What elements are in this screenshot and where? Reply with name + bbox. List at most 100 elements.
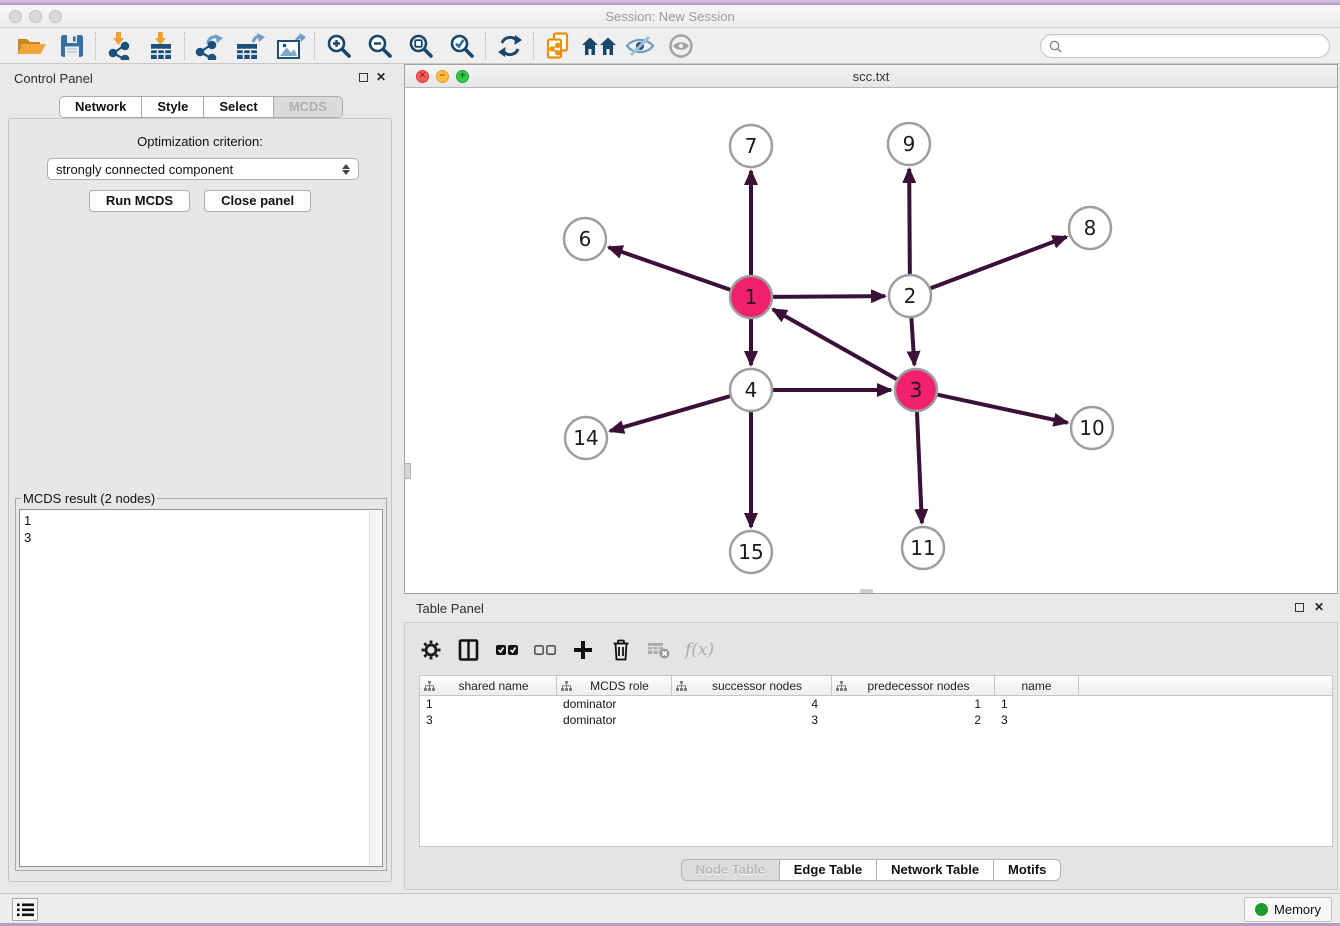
tab-style[interactable]: Style bbox=[142, 96, 204, 118]
home-layouts-icon[interactable] bbox=[578, 30, 619, 62]
column-model-icon bbox=[561, 681, 572, 691]
edge-4-14[interactable] bbox=[610, 396, 730, 431]
graph-node-label-8: 8 bbox=[1084, 216, 1097, 240]
search-input[interactable] bbox=[1067, 38, 1321, 54]
splitter-grip[interactable] bbox=[404, 463, 411, 479]
control-panel-tabs: NetworkStyleSelectMCDS bbox=[6, 96, 396, 118]
table-toolbar: f(x) bbox=[419, 631, 714, 669]
result-scrollbar[interactable] bbox=[369, 511, 381, 865]
memory-button[interactable]: Memory bbox=[1244, 897, 1332, 922]
close-table-panel-icon[interactable]: ✕ bbox=[1314, 600, 1324, 614]
open-folder-icon[interactable] bbox=[10, 30, 51, 62]
export-network-icon[interactable] bbox=[188, 30, 229, 62]
tab-select[interactable]: Select bbox=[204, 96, 273, 118]
column-header-name[interactable]: name bbox=[995, 676, 1079, 695]
run-mcds-button[interactable]: Run MCDS bbox=[89, 190, 190, 212]
mcds-result-item[interactable]: 1 bbox=[24, 512, 378, 529]
column-header-successor-nodes[interactable]: successor nodes bbox=[672, 676, 832, 695]
function-builder-icon[interactable]: f(x) bbox=[685, 640, 714, 660]
split-columns-icon[interactable] bbox=[457, 639, 481, 661]
add-column-icon[interactable] bbox=[571, 640, 595, 660]
task-history-button[interactable] bbox=[12, 898, 38, 921]
close-panel-button[interactable]: Close panel bbox=[204, 190, 311, 212]
tab-network[interactable]: Network bbox=[59, 96, 142, 118]
import-network-icon[interactable] bbox=[99, 30, 140, 62]
table-row[interactable]: 1dominator411 bbox=[420, 696, 1332, 712]
save-session-icon[interactable] bbox=[51, 30, 92, 62]
float-table-panel-icon[interactable] bbox=[1295, 603, 1304, 612]
zoom-fit-icon[interactable] bbox=[400, 30, 441, 62]
session-title: Session: New Session bbox=[0, 9, 1340, 24]
column-header-shared-name[interactable]: shared name bbox=[420, 676, 557, 695]
cell-shared-name[interactable]: 3 bbox=[420, 712, 557, 728]
zoom-out-icon[interactable] bbox=[359, 30, 400, 62]
zoom-selected-icon[interactable] bbox=[441, 30, 482, 62]
edge-3-11[interactable] bbox=[917, 412, 922, 523]
tab-edge-table[interactable]: Edge Table bbox=[780, 859, 877, 881]
control-panel-header: Control Panel ✕ bbox=[6, 66, 396, 92]
tab-mcds[interactable]: MCDS bbox=[274, 96, 343, 118]
cell-predecessor-nodes[interactable]: 2 bbox=[832, 712, 995, 728]
network-canvas[interactable]: 7968124314101511 bbox=[405, 88, 1337, 593]
graph-node-label-10: 10 bbox=[1079, 416, 1104, 440]
cell-name[interactable]: 1 bbox=[995, 696, 1079, 712]
tab-node-table[interactable]: Node Table bbox=[681, 859, 780, 881]
deselect-all-columns-icon[interactable] bbox=[533, 644, 557, 656]
select-all-columns-icon[interactable] bbox=[495, 644, 519, 656]
memory-status-icon bbox=[1255, 903, 1268, 916]
delete-table-icon[interactable] bbox=[647, 640, 671, 660]
edge-2-9[interactable] bbox=[909, 169, 910, 274]
tab-motifs[interactable]: Motifs bbox=[994, 859, 1061, 881]
tab-network-table[interactable]: Network Table bbox=[877, 859, 994, 881]
table-panel: Table Panel ✕ bbox=[404, 596, 1338, 890]
edge-3-1[interactable] bbox=[773, 309, 897, 379]
list-icon bbox=[17, 903, 34, 917]
canvas-resize-grip[interactable] bbox=[860, 589, 873, 593]
optimization-criterion-value: strongly connected component bbox=[56, 162, 233, 177]
edge-1-6[interactable] bbox=[609, 247, 731, 289]
edge-3-10[interactable] bbox=[938, 395, 1068, 423]
delete-column-trash-icon[interactable] bbox=[609, 639, 633, 661]
main-toolbar bbox=[0, 29, 1340, 64]
export-image-icon[interactable] bbox=[270, 30, 311, 62]
network-view-window: ✕ − + scc.txt 7968124314101511 bbox=[404, 64, 1338, 594]
cell-MCDS-role[interactable]: dominator bbox=[557, 696, 672, 712]
cell-shared-name[interactable]: 1 bbox=[420, 696, 557, 712]
graph-node-label-2: 2 bbox=[904, 284, 917, 308]
hide-selected-eye-icon[interactable] bbox=[619, 30, 660, 62]
edge-1-2[interactable] bbox=[773, 296, 885, 297]
graph-node-label-3: 3 bbox=[910, 378, 923, 402]
mcds-result-list[interactable]: 13 bbox=[19, 509, 383, 867]
cell-name[interactable]: 3 bbox=[995, 712, 1079, 728]
cell-MCDS-role[interactable]: dominator bbox=[557, 712, 672, 728]
network-title: scc.txt bbox=[405, 69, 1337, 84]
table-settings-gear-icon[interactable] bbox=[419, 639, 443, 661]
refresh-icon[interactable] bbox=[489, 30, 530, 62]
zoom-in-icon[interactable] bbox=[318, 30, 359, 62]
search-field[interactable] bbox=[1040, 34, 1330, 58]
graph-node-label-4: 4 bbox=[745, 378, 758, 402]
cell-successor-nodes[interactable]: 4 bbox=[672, 696, 832, 712]
export-table-icon[interactable] bbox=[229, 30, 270, 62]
graph-node-label-15: 15 bbox=[738, 540, 763, 564]
import-table-icon[interactable] bbox=[140, 30, 181, 62]
edge-2-8[interactable] bbox=[931, 237, 1067, 288]
optimization-criterion-select[interactable]: strongly connected component bbox=[47, 158, 359, 180]
show-all-eye-icon[interactable] bbox=[660, 30, 701, 62]
mcds-result-item[interactable]: 3 bbox=[24, 529, 378, 546]
status-bar: Memory bbox=[0, 893, 1340, 923]
column-model-icon bbox=[676, 681, 687, 691]
column-model-icon bbox=[836, 681, 847, 691]
column-header-MCDS-role[interactable]: MCDS role bbox=[557, 676, 672, 695]
clone-network-icon[interactable] bbox=[537, 30, 578, 62]
edge-2-3[interactable] bbox=[911, 318, 914, 365]
cell-predecessor-nodes[interactable]: 1 bbox=[832, 696, 995, 712]
float-panel-icon[interactable] bbox=[359, 73, 368, 82]
table-row[interactable]: 3dominator323 bbox=[420, 712, 1332, 728]
close-panel-icon[interactable]: ✕ bbox=[376, 70, 386, 84]
graph-node-label-11: 11 bbox=[910, 536, 935, 560]
toolbar-separator bbox=[184, 32, 185, 60]
main-titlebar: Session: New Session bbox=[0, 5, 1340, 28]
column-header-predecessor-nodes[interactable]: predecessor nodes bbox=[832, 676, 995, 695]
cell-successor-nodes[interactable]: 3 bbox=[672, 712, 832, 728]
